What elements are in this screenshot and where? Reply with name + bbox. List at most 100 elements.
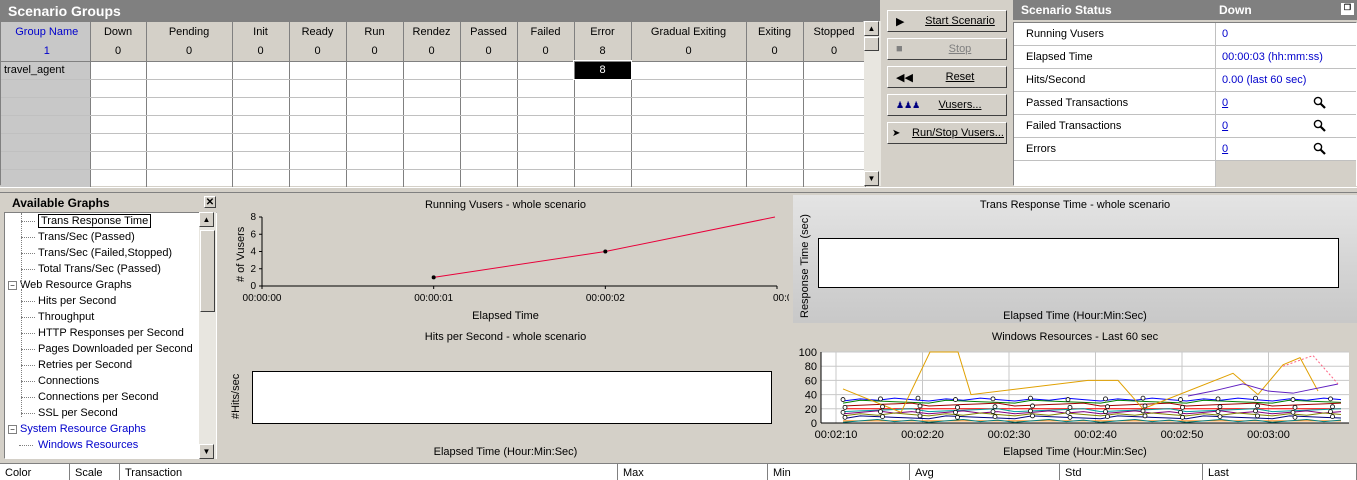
grid-cell[interactable]	[403, 169, 461, 188]
legend-column-header[interactable]: Min	[768, 464, 910, 480]
grid-cell[interactable]	[146, 79, 233, 98]
legend-column-header[interactable]: Avg	[910, 464, 1060, 480]
run-stop-vusers-button[interactable]: ➤ Run/Stop Vusers...	[887, 122, 1007, 144]
grid-cell[interactable]	[232, 151, 290, 170]
grid-cell[interactable]	[746, 133, 804, 152]
scroll-thumb[interactable]	[864, 37, 879, 51]
status-value-text[interactable]: 0	[1222, 97, 1228, 109]
splitter[interactable]	[0, 187, 1357, 193]
grid-cell[interactable]	[631, 169, 747, 188]
scroll-down-icon[interactable]: ▼	[199, 444, 214, 459]
column-header[interactable]: Rendez	[403, 22, 461, 42]
grid-cell[interactable]	[803, 133, 866, 152]
group-name-cell[interactable]	[1, 79, 91, 98]
available-graphs-tree[interactable]: Trans Response Time Trans/Sec (Passed) Tra…	[4, 212, 217, 459]
grid-cell[interactable]	[346, 169, 404, 188]
table-row[interactable]	[1, 169, 866, 188]
status-value[interactable]: 0	[1216, 138, 1356, 160]
grid-cell[interactable]	[574, 97, 632, 116]
legend-column-header[interactable]: Color	[0, 464, 70, 480]
column-header[interactable]: Error	[574, 22, 632, 42]
magnifier-icon[interactable]	[1313, 142, 1326, 155]
grid-cell[interactable]	[90, 151, 147, 170]
grid-cell[interactable]	[146, 151, 233, 170]
column-header[interactable]: Group Name	[1, 22, 91, 42]
grid-cell[interactable]	[803, 97, 866, 116]
grid-cell[interactable]	[631, 61, 747, 80]
legend-column-header[interactable]: Scale	[70, 464, 120, 480]
grid-cell[interactable]	[346, 115, 404, 134]
grid-cell[interactable]	[289, 169, 347, 188]
group-name-cell[interactable]: travel_agent	[1, 61, 91, 80]
grid-cell[interactable]	[403, 133, 461, 152]
grid-cell[interactable]	[631, 133, 747, 152]
tree-scroll-thumb[interactable]	[200, 230, 215, 312]
grid-cell[interactable]	[746, 61, 804, 80]
tree-item[interactable]: Trans Response Time	[38, 214, 152, 230]
grid-cell[interactable]	[289, 151, 347, 170]
grid-cell[interactable]	[746, 115, 804, 134]
grid-cell[interactable]	[232, 169, 290, 188]
grid-cell[interactable]	[346, 133, 404, 152]
scenario-groups-grid[interactable]: Group Name Down Pending Init Ready Run Rendez P…	[0, 21, 866, 188]
vusers-button[interactable]: ♟♟♟ Vusers...	[887, 94, 1007, 116]
column-header[interactable]: Exiting	[746, 22, 804, 42]
scroll-up-icon[interactable]: ▲	[199, 212, 214, 227]
reset-button[interactable]: ◀◀ Reset	[887, 66, 1007, 88]
grid-cell[interactable]	[460, 115, 518, 134]
group-name-cell[interactable]	[1, 133, 91, 152]
legend-column-header[interactable]: Std	[1060, 464, 1203, 480]
grid-cell[interactable]	[803, 169, 866, 188]
grid-cell[interactable]	[803, 115, 866, 134]
tree-item[interactable]: Total Trans/Sec (Passed)	[38, 262, 161, 278]
stop-button[interactable]: ■ Stop	[887, 38, 1007, 60]
status-value-text[interactable]: 0	[1222, 143, 1228, 155]
grid-cell[interactable]	[574, 115, 632, 134]
grid-cell[interactable]	[403, 115, 461, 134]
grid-cell[interactable]	[803, 151, 866, 170]
legend-column-header[interactable]: Last	[1203, 464, 1357, 480]
grid-cell[interactable]	[574, 133, 632, 152]
grid-cell[interactable]	[289, 133, 347, 152]
magnifier-icon[interactable]	[1313, 96, 1326, 109]
grid-cell[interactable]	[146, 97, 233, 116]
tree-category[interactable]: − Web Resource Graphs	[8, 278, 132, 294]
column-header[interactable]: Stopped	[803, 22, 866, 42]
tree-item[interactable]: Hits per Second	[38, 294, 116, 310]
grid-cell[interactable]	[517, 61, 575, 80]
grid-cell[interactable]	[746, 79, 804, 98]
table-row[interactable]	[1, 133, 866, 152]
grid-cell[interactable]	[90, 115, 147, 134]
grid-cell[interactable]	[403, 97, 461, 116]
grid-cell[interactable]	[746, 169, 804, 188]
legend-column-header[interactable]: Transaction	[120, 464, 618, 480]
column-header[interactable]: Ready	[289, 22, 347, 42]
column-header[interactable]: Run	[346, 22, 404, 42]
grid-cell[interactable]	[803, 61, 866, 80]
grid-cell[interactable]	[460, 133, 518, 152]
grid-cell[interactable]	[460, 169, 518, 188]
tree-item[interactable]: SSL per Second	[38, 406, 118, 422]
grid-cell[interactable]	[574, 169, 632, 188]
table-row[interactable]: travel_agent 8	[1, 60, 866, 80]
grid-cell[interactable]	[90, 61, 147, 80]
tree-item[interactable]: Retries per Second	[38, 358, 132, 374]
grid-cell[interactable]	[517, 115, 575, 134]
trans-response-time-graph[interactable]: Trans Response Time - whole scenario Ela…	[793, 195, 1357, 323]
grid-cell[interactable]	[146, 169, 233, 188]
status-value[interactable]: 0	[1216, 115, 1356, 137]
grid-cell[interactable]	[517, 97, 575, 116]
grid-cell[interactable]	[460, 61, 518, 80]
column-header[interactable]: Init	[232, 22, 290, 42]
grid-cell[interactable]	[232, 61, 290, 80]
group-name-cell[interactable]	[1, 169, 91, 188]
group-name-cell[interactable]	[1, 151, 91, 170]
windows-resources-graph[interactable]: Windows Resources - Last 60 sec 0 20 40 60 8…	[793, 327, 1357, 460]
grid-cell[interactable]	[746, 97, 804, 116]
tree-item[interactable]: Connections	[38, 374, 99, 390]
grid-cell[interactable]	[90, 169, 147, 188]
grid-cell[interactable]	[146, 61, 233, 80]
close-icon[interactable]: ✕	[204, 196, 216, 208]
grid-cell[interactable]	[403, 151, 461, 170]
tree-item[interactable]: Pages Downloaded per Second	[38, 342, 193, 358]
